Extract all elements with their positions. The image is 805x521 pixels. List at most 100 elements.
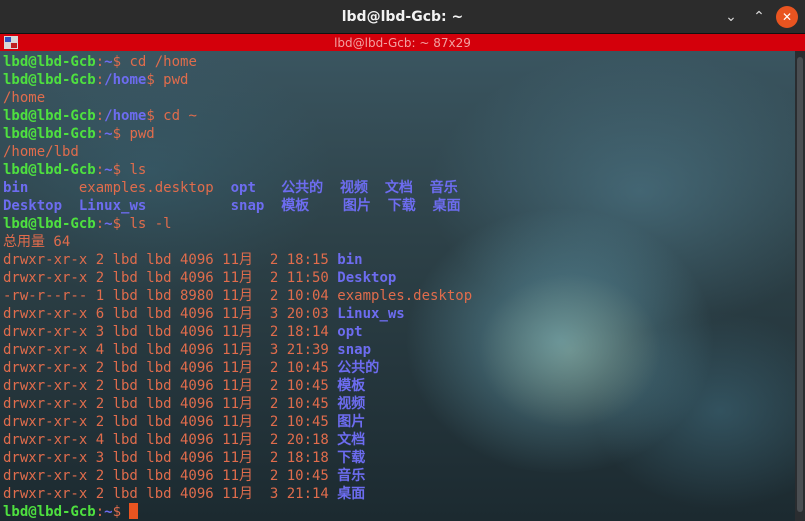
terminal-text: drwxr-xr-x 2 lbd lbd 4096 11月 2 10:45 xyxy=(3,360,338,376)
terminal-prompt-line: lbd@lbd-Gcb:~$ pwd xyxy=(3,125,472,143)
prompt-user-host: lbd@lbd-Gcb xyxy=(3,504,96,520)
terminal-output-line: drwxr-xr-x 4 lbd lbd 4096 11月 3 21:39 sn… xyxy=(3,341,472,359)
terminal-output-line: drwxr-xr-x 2 lbd lbd 4096 11月 2 10:45 公共… xyxy=(3,359,472,377)
terminal-output-line: drwxr-xr-x 3 lbd lbd 4096 11月 2 18:18 下载 xyxy=(3,449,472,467)
directory-name: opt xyxy=(230,180,256,196)
terminal-text: drwxr-xr-x 2 lbd lbd 4096 11月 2 10:45 xyxy=(3,396,338,412)
maximize-icon[interactable]: ⌃ xyxy=(748,6,770,28)
window-title: lbd@lbd-Gcb: ~ xyxy=(341,8,464,25)
terminal-prompt-line: lbd@lbd-Gcb:~$ ls xyxy=(3,161,472,179)
terminal-text: drwxr-xr-x 2 lbd lbd 4096 11月 2 10:45 xyxy=(3,414,338,430)
terminal-output-line: Desktop Linux_ws snap 模板 图片 下载 桌面 xyxy=(3,197,472,215)
terminal-output-line: drwxr-xr-x 2 lbd lbd 4096 11月 2 10:45 音乐 xyxy=(3,467,472,485)
terminal-prompt-line: lbd@lbd-Gcb:/home$ cd ~ xyxy=(3,107,472,125)
terminal-text: drwxr-xr-x 2 lbd lbd 4096 11月 2 10:45 xyxy=(3,468,338,484)
directory-name: bin xyxy=(3,180,29,196)
terminal-text: examples.desktop xyxy=(78,180,214,196)
terminal-text: $ xyxy=(112,504,130,520)
terminal-text: $ cd ~ xyxy=(146,108,197,124)
terminal-text: : xyxy=(95,504,105,520)
prompt-path: ~ xyxy=(104,126,113,142)
terminal-text: drwxr-xr-x 3 lbd lbd 4096 11月 2 18:14 xyxy=(3,324,338,340)
directory-name: Desktop xyxy=(337,270,397,286)
terminal-output-line: -rw-r--r-- 1 lbd lbd 8980 11月 2 10:04 ex… xyxy=(3,287,472,305)
terminal-prompt-line: lbd@lbd-Gcb:/home$ pwd xyxy=(3,71,472,89)
terminal-text: $ ls -l xyxy=(112,216,172,232)
directory-name: 图片 xyxy=(342,198,371,214)
directory-name: opt xyxy=(337,324,363,340)
terminal-text: drwxr-xr-x 6 lbd lbd 4096 11月 3 20:03 xyxy=(3,306,338,322)
directory-name: 桌面 xyxy=(337,486,366,502)
terminal-prompt-line: lbd@lbd-Gcb:~$ xyxy=(3,503,472,521)
directory-name: 模板 xyxy=(281,198,310,214)
terminal-text: : xyxy=(95,216,105,232)
terminal-text: drwxr-xr-x 2 lbd lbd 4096 11月 2 11:50 xyxy=(3,270,338,286)
terminal-view[interactable]: lbd@lbd-Gcb:~$ cd /home lbd@lbd-Gcb:/home… xyxy=(0,51,795,521)
prompt-user-host: lbd@lbd-Gcb xyxy=(3,72,96,88)
prompt-path: ~ xyxy=(104,216,113,232)
prompt-path: ~ xyxy=(104,162,113,178)
terminal-scrollbar[interactable] xyxy=(795,51,805,521)
prompt-path: /home xyxy=(104,72,147,88)
terminal-text: /home xyxy=(3,90,46,106)
terminal-output-line: /home/lbd xyxy=(3,143,472,161)
terminal-header-bar: lbd@lbd-Gcb: ~ 87x29 xyxy=(0,34,805,51)
scrollbar-thumb[interactable] xyxy=(797,57,803,512)
terminal-output-line: drwxr-xr-x 3 lbd lbd 4096 11月 2 18:14 op… xyxy=(3,323,472,341)
prompt-user-host: lbd@lbd-Gcb xyxy=(3,216,96,232)
terminal-text: : xyxy=(95,72,105,88)
terminal-text: drwxr-xr-x 2 lbd lbd 4096 11月 3 21:14 xyxy=(3,486,338,502)
terminal-text: -rw-r--r-- 1 lbd lbd 8980 11月 2 10:04 ex… xyxy=(3,288,473,304)
minimize-icon[interactable]: ⌄ xyxy=(720,6,742,28)
prompt-path: ~ xyxy=(104,504,113,520)
terminal-prompt-line: lbd@lbd-Gcb:~$ cd /home xyxy=(3,53,472,71)
directory-name: 桌面 xyxy=(432,198,461,214)
terminal-output: lbd@lbd-Gcb:~$ cd /home lbd@lbd-Gcb:/home… xyxy=(3,53,472,521)
terminal-text: drwxr-xr-x 2 lbd lbd 4096 11月 2 10:45 xyxy=(3,378,338,394)
terminal-output-line: 总用量 64 xyxy=(3,233,472,251)
terminal-text: $ ls xyxy=(112,162,147,178)
terminal-size-title: lbd@lbd-Gcb: ~ 87x29 xyxy=(334,35,471,50)
terminal-output-line: drwxr-xr-x 4 lbd lbd 4096 11月 2 20:18 文档 xyxy=(3,431,472,449)
terminal-output-line: drwxr-xr-x 2 lbd lbd 4096 11月 2 11:50 De… xyxy=(3,269,472,287)
terminal-cursor xyxy=(129,503,139,519)
directory-name: 公共的 xyxy=(337,360,380,376)
terminal-text: drwxr-xr-x 4 lbd lbd 4096 11月 3 21:39 xyxy=(3,342,338,358)
prompt-path: ~ xyxy=(104,54,113,70)
prompt-user-host: lbd@lbd-Gcb xyxy=(3,108,96,124)
terminal-output-line: drwxr-xr-x 2 lbd lbd 4096 11月 2 10:45 视频 xyxy=(3,395,472,413)
directory-name: 音乐 xyxy=(337,468,366,484)
terminal-text: : xyxy=(95,126,105,142)
directory-name: 文档 xyxy=(384,180,413,196)
terminal-output-line: drwxr-xr-x 2 lbd lbd 4096 11月 2 10:45 图片 xyxy=(3,413,472,431)
directory-name: 下载 xyxy=(337,450,366,466)
terminal-text: : xyxy=(95,108,105,124)
terminal-text: $ cd /home xyxy=(112,54,197,70)
terminal-text: $ pwd xyxy=(146,72,189,88)
window-titlebar[interactable]: lbd@lbd-Gcb: ~ ⌄ ⌃ ✕ xyxy=(0,0,805,34)
terminal-output-line: drwxr-xr-x 6 lbd lbd 4096 11月 3 20:03 Li… xyxy=(3,305,472,323)
terminal-text: : xyxy=(95,162,105,178)
terminal-text: drwxr-xr-x 4 lbd lbd 4096 11月 2 20:18 xyxy=(3,432,338,448)
prompt-path: /home xyxy=(104,108,147,124)
terminal-text: $ pwd xyxy=(112,126,155,142)
directory-name: 视频 xyxy=(337,396,366,412)
close-icon[interactable]: ✕ xyxy=(776,6,798,28)
terminal-text: drwxr-xr-x 2 lbd lbd 4096 11月 2 18:15 xyxy=(3,252,338,268)
directory-name: snap xyxy=(230,198,265,214)
directory-name: Desktop xyxy=(3,198,63,214)
terminal-prompt-line: lbd@lbd-Gcb:~$ ls -l xyxy=(3,215,472,233)
terminal-output-line: bin examples.desktop opt 公共的 视频 文档 音乐 xyxy=(3,179,472,197)
directory-name: 公共的 xyxy=(281,180,324,196)
terminal-text: : xyxy=(95,54,105,70)
